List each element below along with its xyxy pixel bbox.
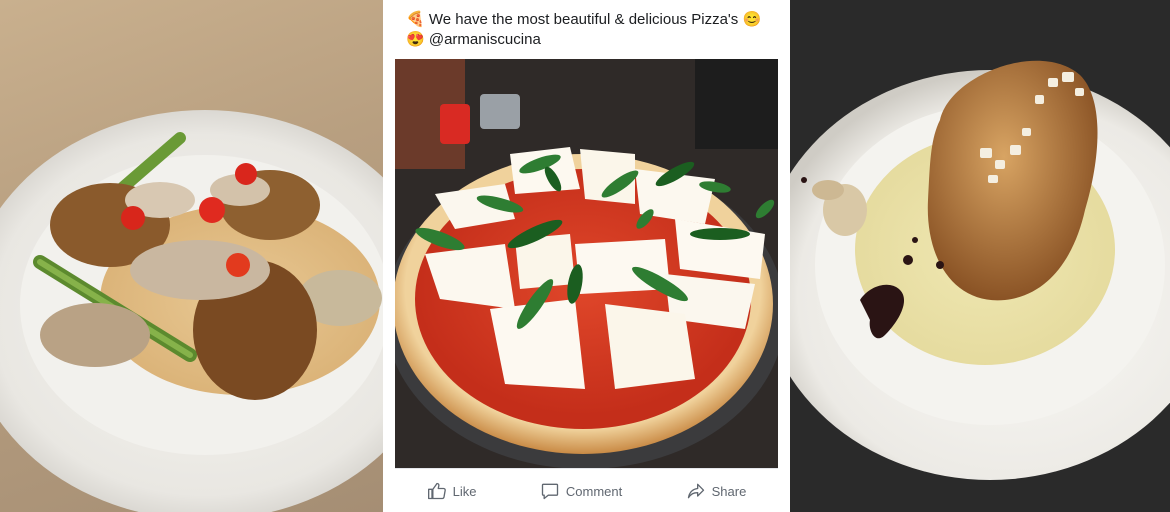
thumbs-up-icon [427, 482, 446, 500]
comment-icon [541, 483, 559, 500]
comment-button[interactable]: Comment [540, 481, 622, 501]
pizza-image [395, 59, 778, 468]
garlic-bread-plate-image [790, 0, 1170, 512]
share-icon [687, 483, 704, 499]
pizza-photo[interactable] [395, 59, 778, 468]
pizza-icon: 🍕 [406, 11, 425, 28]
entree-plate-image [0, 110, 383, 512]
post-handle[interactable]: @armaniscucina [429, 31, 541, 48]
entree-photo-panel [0, 0, 383, 512]
post-caption: 🍕 We have the most beautiful & delicious… [406, 10, 786, 50]
like-button[interactable]: Like [427, 481, 477, 501]
share-label: Share [711, 483, 747, 499]
heart-eyes-icon: 😍 [406, 31, 425, 48]
smile-icon: 😊 [742, 11, 762, 28]
like-label: Like [452, 483, 477, 499]
share-button[interactable]: Share [686, 481, 747, 501]
post-caption-line1: We have the most beautiful & delicious P… [428, 11, 739, 28]
post-action-bar: Like Comment Share [395, 468, 778, 512]
comment-label: Comment [565, 483, 623, 499]
garlic-bread-photo-panel [790, 0, 1170, 512]
social-post-card: 🍕 We have the most beautiful & delicious… [383, 0, 790, 512]
